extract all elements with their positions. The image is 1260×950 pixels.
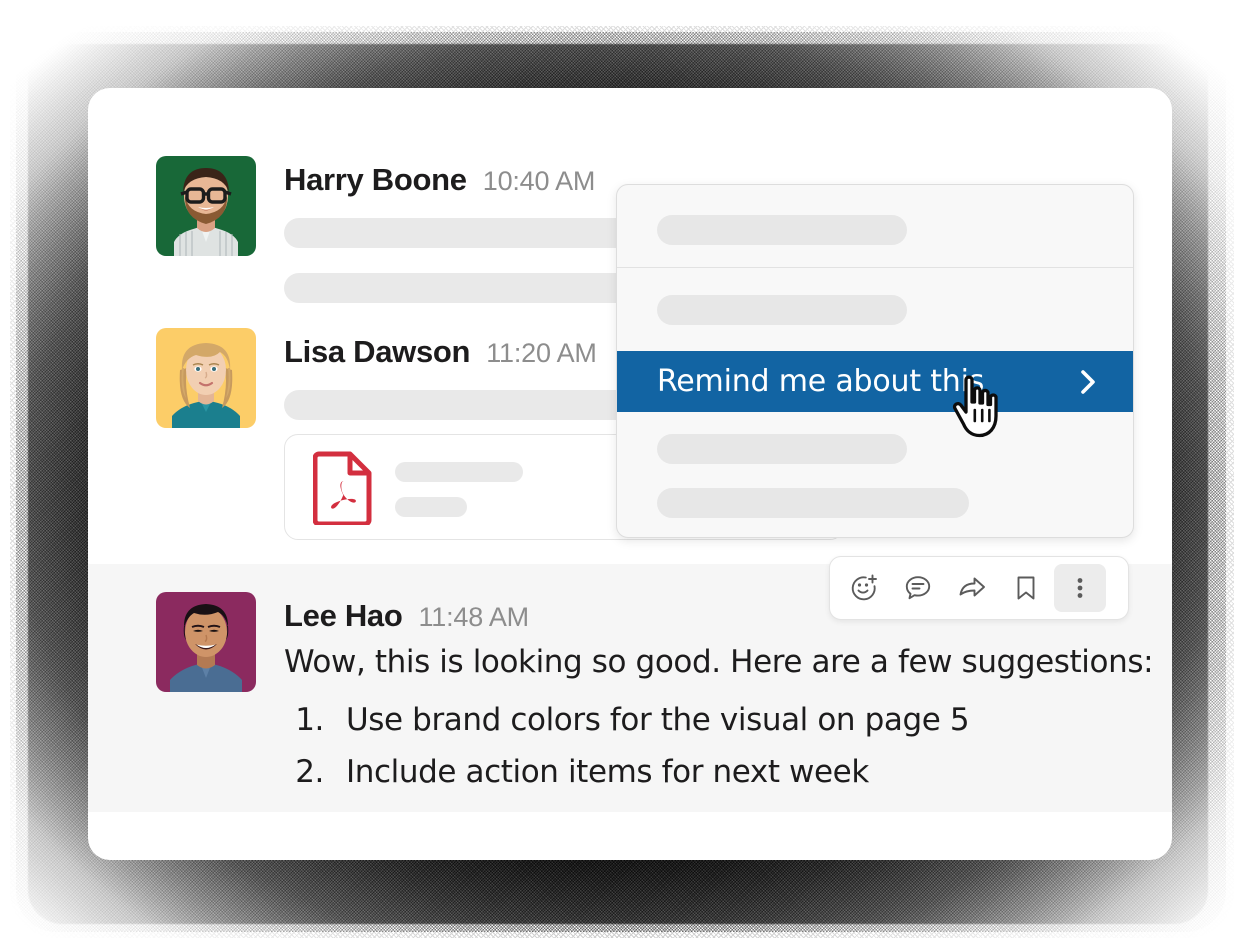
menu-item-label: Remind me about this xyxy=(657,364,985,399)
avatar-lee-hao[interactable] xyxy=(156,592,256,692)
message-header-lee-hao: Lee Hao 11:48 AM xyxy=(284,598,529,634)
reply-in-thread-button[interactable] xyxy=(892,564,944,612)
message-context-menu[interactable]: Remind me about this xyxy=(616,184,1134,538)
list-item: 1. Use brand colors for the visual on pa… xyxy=(284,694,1164,746)
list-item-number: 1. xyxy=(295,701,324,738)
menu-item-remind-me-about-this[interactable]: Remind me about this xyxy=(617,351,1133,412)
list-item-text: Include action items for next week xyxy=(346,753,869,790)
message-actions-toolbar[interactable] xyxy=(829,556,1129,620)
attachment-meta-placeholder xyxy=(395,497,467,517)
share-message-button[interactable] xyxy=(946,564,998,612)
menu-item-placeholder[interactable] xyxy=(657,295,907,325)
more-actions-button[interactable] xyxy=(1054,564,1106,612)
chevron-right-icon xyxy=(1077,367,1099,397)
attachment-title-placeholder xyxy=(395,462,523,482)
author-name: Lee Hao xyxy=(284,598,403,633)
menu-divider xyxy=(617,267,1133,268)
reply-in-thread-icon xyxy=(903,573,933,603)
message-timestamp: 10:40 AM xyxy=(482,166,596,196)
stage: Harry Boone 10:40 AM Lisa Dawson 11:20 A… xyxy=(0,0,1260,950)
save-message-button[interactable] xyxy=(1000,564,1052,612)
message-timestamp: 11:48 AM xyxy=(418,602,530,632)
avatar-lisa-dawson[interactable] xyxy=(156,328,256,428)
menu-item-placeholder[interactable] xyxy=(657,488,969,518)
message-text: Wow, this is looking so good. Here are a… xyxy=(284,644,1154,680)
message-header-harry-boone: Harry Boone 10:40 AM xyxy=(284,162,595,198)
more-actions-icon xyxy=(1065,573,1095,603)
list-item-text: Use brand colors for the visual on page … xyxy=(346,701,970,738)
menu-item-placeholder[interactable] xyxy=(657,434,907,464)
save-message-icon xyxy=(1011,573,1041,603)
add-reaction-button[interactable] xyxy=(838,564,890,612)
message-header-lisa-dawson: Lisa Dawson 11:20 AM xyxy=(284,334,597,370)
suggestions-list: 1. Use brand colors for the visual on pa… xyxy=(284,694,1164,798)
list-item-number: 2. xyxy=(295,753,324,790)
menu-item-placeholder[interactable] xyxy=(657,215,907,245)
pdf-file-icon xyxy=(312,449,375,527)
author-name: Lisa Dawson xyxy=(284,334,471,369)
add-reaction-icon xyxy=(849,573,879,603)
message-timestamp: 11:20 AM xyxy=(486,338,597,368)
avatar-harry-boone[interactable] xyxy=(156,156,256,256)
message-body-lee-hao: Wow, this is looking so good. Here are a… xyxy=(284,642,1164,798)
share-message-icon xyxy=(957,573,987,603)
author-name: Harry Boone xyxy=(284,162,467,197)
list-item: 2. Include action items for next week xyxy=(284,746,1164,798)
